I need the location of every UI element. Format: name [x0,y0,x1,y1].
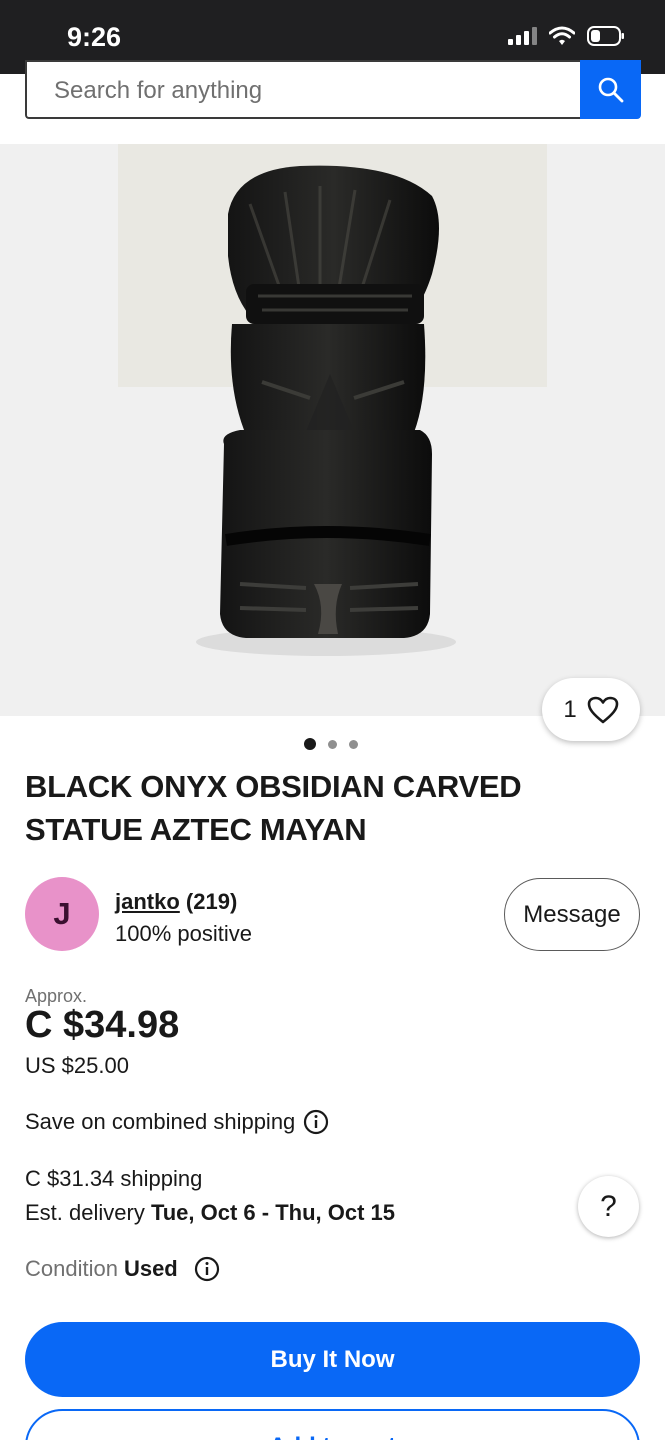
pagination-dot[interactable] [328,739,337,749]
signal-icon [508,27,537,45]
status-time: 9:26 [67,22,122,52]
shipping-cost: C $31.34 shipping [25,1166,203,1191]
battery-icon [587,26,625,46]
delivery-prefix: Est. delivery [25,1200,151,1225]
product-image[interactable] [0,144,665,716]
add-to-cart-button[interactable]: Add to cart [25,1409,640,1440]
search-icon [598,77,623,102]
price-main: C $34.98 [25,1004,180,1046]
condition-label: Condition [25,1256,118,1281]
condition-value: Used [123,1256,178,1281]
search-input[interactable]: Search for anything [25,60,581,119]
seller-feedback-percent: 100% positive [115,921,252,946]
watch-count: 1 [563,695,577,723]
watch-button[interactable]: 1 [542,678,640,741]
help-button[interactable]: ? [578,1176,639,1237]
pagination-dot[interactable] [304,738,316,750]
gallery-pagination [304,738,358,750]
seller-card: J jantko (219) 100% positive Message [25,876,640,952]
combined-shipping-text: Save on combined shipping [25,1109,296,1134]
combined-shipping-row[interactable]: Save on combined shipping [25,1109,329,1135]
status-icons [508,26,625,46]
seller-avatar[interactable]: J [25,877,99,951]
info-icon[interactable] [303,1109,329,1135]
delivery-dates: Tue, Oct 6 - Thu, Oct 15 [150,1200,396,1225]
pagination-dot[interactable] [349,739,358,749]
price-usd: US $25.00 [25,1053,129,1078]
condition-row: Condition Used [25,1256,220,1282]
estimated-delivery: Est. delivery Tue, Oct 6 - Thu, Oct 15 [25,1200,395,1226]
seller-name-line: jantko (219) [115,889,237,915]
product-image-gallery[interactable] [0,144,665,716]
buy-it-now-button[interactable]: Buy It Now [25,1322,640,1397]
message-button[interactable]: Message [504,878,640,951]
condition-info-icon[interactable] [194,1256,220,1282]
seller-feedback-count: (219) [185,889,238,914]
listing-title: BLACK ONYX OBSIDIAN CARVED STATUE AZTEC … [25,769,522,847]
heart-icon [587,696,618,723]
wifi-icon [549,26,575,46]
seller-name-link[interactable]: jantko [115,889,180,914]
search-button[interactable] [580,60,641,119]
